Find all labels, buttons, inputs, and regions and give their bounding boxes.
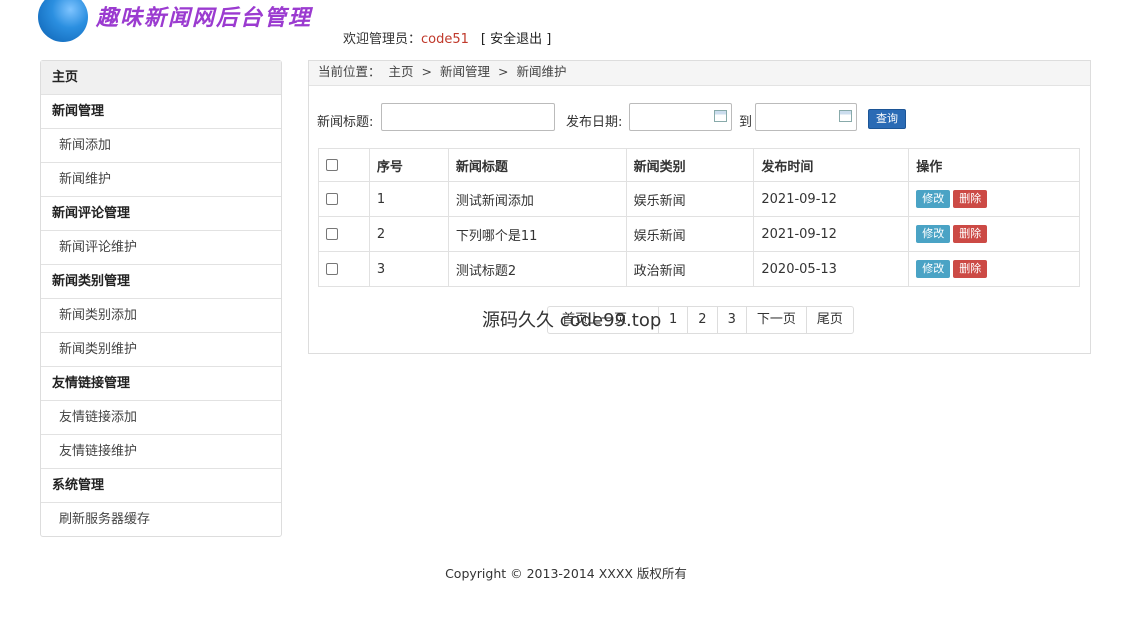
edit-button[interactable]: 修改 <box>916 260 951 278</box>
cell-title: 测试新闻添加 <box>447 181 627 217</box>
last-page-button[interactable]: 尾页 <box>807 307 853 333</box>
logout-link[interactable]: [ 安全退出 ] <box>481 32 551 47</box>
breadcrumb-news-manage[interactable]: 新闻管理 <box>440 64 490 79</box>
sidebar-item-category-add[interactable]: 新闻类别添加 <box>41 299 281 333</box>
sidebar-group-comments[interactable]: 新闻评论管理 <box>41 197 281 231</box>
col-header-title: 新闻标题 <box>447 148 627 182</box>
cell-actions: 修改 删除 <box>908 251 1080 287</box>
col-header-no: 序号 <box>368 148 449 182</box>
footer-copyright: Copyright © 2013-2014 XXXX 版权所有 <box>445 566 687 581</box>
first-page-button[interactable]: 首页上一页 <box>548 307 659 333</box>
table-header-row: 序号 新闻标题 新闻类别 发布时间 操作 <box>318 148 1080 182</box>
sidebar: 主页 新闻管理 新闻添加 新闻维护 新闻评论管理 新闻评论维护 新闻类别管理 新… <box>40 60 282 537</box>
edit-button[interactable]: 修改 <box>916 190 951 208</box>
table-row: 3 测试标题2 政治新闻 2020-05-13 修改 删除 <box>318 251 1080 287</box>
row-checkbox[interactable] <box>326 228 338 240</box>
delete-button[interactable]: 删除 <box>953 260 988 278</box>
breadcrumb-prefix: 当前位置： <box>318 64 381 79</box>
sidebar-group-categories[interactable]: 新闻类别管理 <box>41 265 281 299</box>
cell-no: 2 <box>368 216 449 252</box>
col-header-actions: 操作 <box>908 148 1080 182</box>
sidebar-item-comments-maintain[interactable]: 新闻评论维护 <box>41 231 281 265</box>
table-row: 1 测试新闻添加 娱乐新闻 2021-09-12 修改 删除 <box>318 181 1080 217</box>
delete-button[interactable]: 删除 <box>953 190 988 208</box>
edit-button[interactable]: 修改 <box>916 225 951 243</box>
welcome-bar: 欢迎管理员：code51 [ 安全退出 ] <box>343 28 551 47</box>
cell-category: 娱乐新闻 <box>625 216 755 252</box>
cell-category: 娱乐新闻 <box>625 181 755 217</box>
date-from-input[interactable] <box>629 103 732 131</box>
title-search-input[interactable] <box>381 103 555 131</box>
pagination: 首页上一页 1 2 3 下一页 尾页 <box>547 306 854 334</box>
news-table: 序号 新闻标题 新闻类别 发布时间 操作 1 测试新闻添加 娱乐新闻 2021-… <box>318 148 1080 287</box>
next-page-button[interactable]: 下一页 <box>747 307 807 333</box>
breadcrumb-current: 新闻维护 <box>516 64 567 79</box>
date-to-label: 到 <box>739 115 753 130</box>
delete-button[interactable]: 删除 <box>953 225 988 243</box>
sidebar-item-link-maintain[interactable]: 友情链接维护 <box>41 435 281 469</box>
cell-actions: 修改 删除 <box>908 216 1080 252</box>
page-1-button[interactable]: 1 <box>659 307 689 333</box>
cell-date: 2021-09-12 <box>753 216 910 252</box>
logo-text: 趣味新闻网后台管理 <box>96 5 313 31</box>
welcome-label: 欢迎管理员： <box>343 32 422 47</box>
query-button[interactable]: 查询 <box>868 109 906 129</box>
date-label: 发布日期: <box>566 115 623 130</box>
cell-no: 1 <box>368 181 449 217</box>
sidebar-item-refresh-cache[interactable]: 刷新服务器缓存 <box>41 503 281 536</box>
page-2-button[interactable]: 2 <box>688 307 718 333</box>
cell-no: 3 <box>368 251 449 287</box>
date-to-input[interactable] <box>755 103 857 131</box>
cell-date: 2020-05-13 <box>753 251 910 287</box>
cell-date: 2021-09-12 <box>753 181 910 217</box>
table-row: 2 下列哪个是11 娱乐新闻 2021-09-12 修改 删除 <box>318 216 1080 252</box>
sidebar-item-home[interactable]: 主页 <box>41 61 281 95</box>
sidebar-item-news-maintain[interactable]: 新闻维护 <box>41 163 281 197</box>
admin-username: code51 <box>421 32 469 47</box>
sidebar-group-links[interactable]: 友情链接管理 <box>41 367 281 401</box>
breadcrumb-separator: > <box>421 64 432 79</box>
sidebar-group-news[interactable]: 新闻管理 <box>41 95 281 129</box>
cell-title: 下列哪个是11 <box>447 216 627 252</box>
main-panel: 当前位置： 主页 > 新闻管理 > 新闻维护 新闻标题: 发布日期: 到 查询 … <box>308 60 1091 354</box>
calendar-icon[interactable] <box>714 110 727 122</box>
sidebar-item-category-maintain[interactable]: 新闻类别维护 <box>41 333 281 367</box>
breadcrumb-home[interactable]: 主页 <box>389 64 414 79</box>
sidebar-item-news-add[interactable]: 新闻添加 <box>41 129 281 163</box>
page-3-button[interactable]: 3 <box>718 307 747 333</box>
cell-category: 政治新闻 <box>625 251 755 287</box>
row-checkbox[interactable] <box>326 263 338 275</box>
cell-title: 测试标题2 <box>447 251 627 287</box>
sidebar-item-link-add[interactable]: 友情链接添加 <box>41 401 281 435</box>
logo-icon <box>38 0 88 42</box>
row-checkbox[interactable] <box>326 193 338 205</box>
breadcrumb-separator: > <box>497 64 509 79</box>
col-header-date: 发布时间 <box>753 148 910 182</box>
calendar-icon[interactable] <box>839 110 852 122</box>
breadcrumb: 当前位置： 主页 > 新闻管理 > 新闻维护 <box>309 61 1090 86</box>
col-header-category: 新闻类别 <box>625 148 755 182</box>
title-label: 新闻标题: <box>317 115 374 130</box>
select-all-checkbox[interactable] <box>326 159 338 171</box>
sidebar-group-system[interactable]: 系统管理 <box>41 469 281 503</box>
cell-actions: 修改 删除 <box>908 181 1080 217</box>
